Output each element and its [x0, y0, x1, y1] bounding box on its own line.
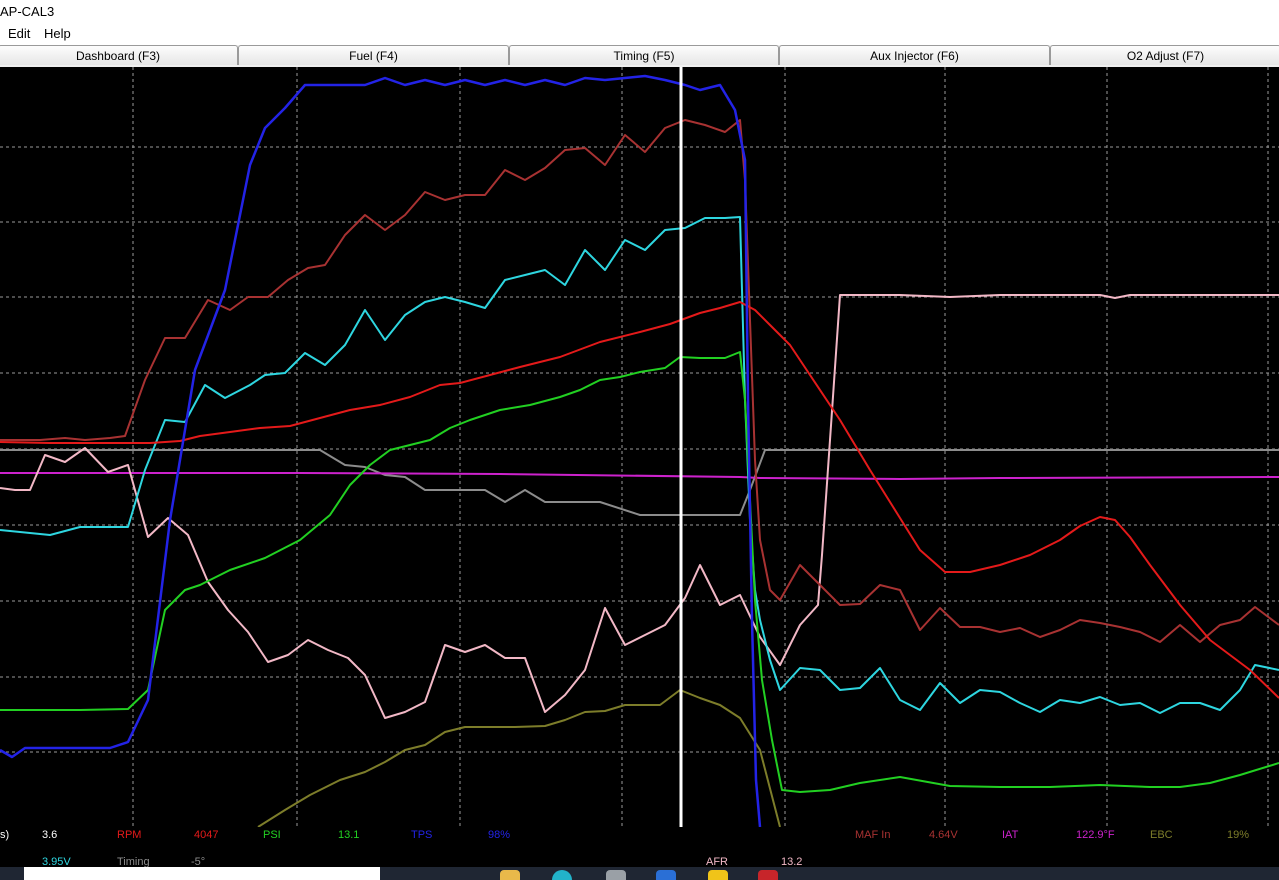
tab-dashboard[interactable]: Dashboard (F3) [0, 45, 238, 65]
iat-label: IAT [1002, 829, 1019, 841]
tps-value: 98% [488, 829, 511, 841]
taskbar-search-box[interactable] [24, 867, 380, 880]
file-explorer-icon[interactable] [500, 870, 520, 880]
browser-icon[interactable] [552, 870, 572, 880]
ebc-label: EBC [1150, 829, 1173, 841]
tab-aux-injector[interactable]: Aux Injector (F6) [779, 45, 1050, 65]
tab-timing[interactable]: Timing (F5) [509, 45, 779, 65]
psi-value: 13.1 [338, 829, 360, 841]
notes-icon[interactable] [708, 870, 728, 880]
tps-label: TPS [411, 829, 433, 841]
maf-value: 4.64V [929, 829, 958, 841]
window-title: AP-CAL3 [0, 4, 55, 19]
time-value: 3.6 [42, 829, 58, 841]
menu-bar: Edit Help [0, 23, 1279, 45]
tab-o2-adjust[interactable]: O2 Adjust (F7) [1050, 45, 1279, 65]
time-label: s) [0, 829, 10, 841]
status-readout: s) 3.6 RPM 4047 PSI 13.1 TPS 98% MAF In … [0, 827, 1279, 868]
tuning-app-icon[interactable] [758, 870, 778, 880]
app-icon[interactable] [606, 870, 626, 880]
datalog-chart[interactable] [0, 67, 1279, 827]
ebc-value: 19% [1227, 829, 1250, 841]
psi-label: PSI [263, 829, 281, 841]
menu-help[interactable]: Help [42, 23, 73, 45]
store-icon[interactable] [656, 870, 676, 880]
chart-background [0, 67, 1279, 827]
tab-strip: Dashboard (F3) Fuel (F4) Timing (F5) Aux… [0, 45, 1279, 67]
rpm-value: 4047 [194, 829, 219, 841]
rpm-label: RPM [117, 829, 142, 841]
iat-value: 122.9°F [1076, 829, 1115, 841]
tab-fuel[interactable]: Fuel (F4) [238, 45, 509, 65]
menu-edit[interactable]: Edit [6, 23, 32, 45]
maf-label: MAF In [855, 829, 891, 841]
taskbar [0, 867, 1279, 880]
title-bar: AP-CAL3 [0, 0, 1279, 23]
